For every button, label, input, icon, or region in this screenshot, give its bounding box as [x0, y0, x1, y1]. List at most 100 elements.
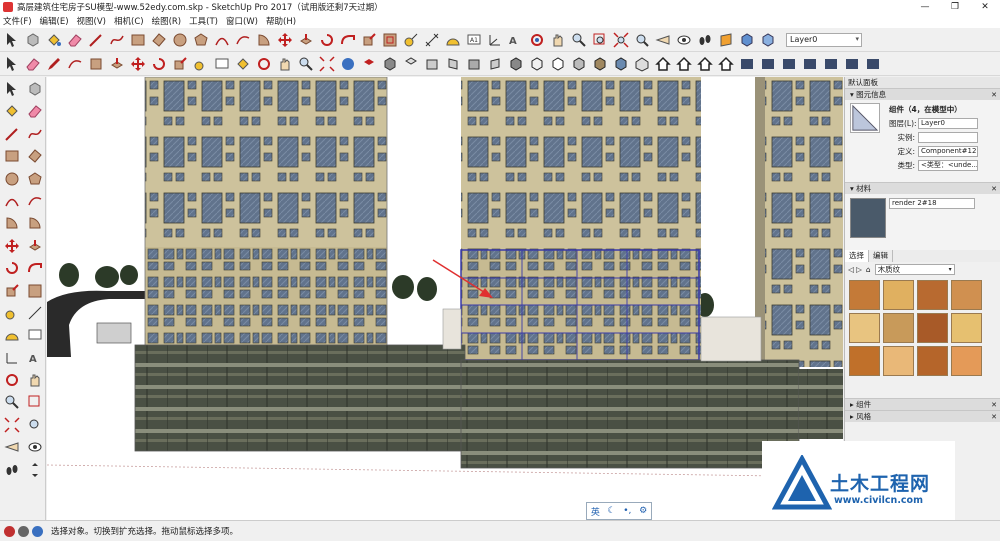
components-view-2-icon[interactable] [759, 31, 777, 49]
user-icon[interactable] [32, 525, 43, 537]
paint-left-icon[interactable] [3, 102, 21, 120]
shaded-texture-icon[interactable] [591, 55, 609, 73]
3d-text-icon[interactable]: A [507, 31, 525, 49]
move-left-icon[interactable] [3, 237, 21, 255]
text-tool-icon[interactable]: A1 [465, 31, 483, 49]
close-button[interactable]: ✕ [970, 0, 1000, 14]
rotate-icon[interactable] [318, 31, 336, 49]
material-swatch[interactable] [849, 313, 880, 343]
punctuation-icon[interactable]: •, [623, 506, 631, 516]
look-around-left-icon[interactable] [26, 438, 44, 456]
rotated-rectangle-icon[interactable] [150, 31, 168, 49]
walk-icon[interactable] [696, 31, 714, 49]
pan-left-icon[interactable] [26, 371, 44, 389]
style-2-icon[interactable] [759, 55, 777, 73]
material-swatch[interactable] [951, 280, 982, 310]
rectangle-icon[interactable] [129, 31, 147, 49]
layer-dropdown[interactable]: Layer0 ▾ [786, 32, 862, 47]
style-5-icon[interactable] [822, 55, 840, 73]
house-3-icon[interactable] [696, 55, 714, 73]
monochrome-icon[interactable] [612, 55, 630, 73]
select-tool-icon[interactable] [3, 31, 21, 49]
material-swatch[interactable] [917, 346, 948, 376]
menu-edit[interactable]: 编辑(E) [40, 15, 69, 27]
house-2-icon[interactable] [675, 55, 693, 73]
eraser-icon[interactable] [66, 31, 84, 49]
shapes-dropdown-icon[interactable] [87, 55, 105, 73]
instance-field[interactable] [918, 132, 978, 143]
push-pull-icon[interactable] [297, 31, 315, 49]
tape-left-icon[interactable] [3, 304, 21, 322]
polygon-left-icon[interactable] [26, 170, 44, 188]
pencil-icon[interactable] [45, 55, 63, 73]
previous-view-icon[interactable] [633, 31, 651, 49]
component-left-icon[interactable] [26, 80, 44, 98]
orbit-left-icon[interactable] [3, 371, 21, 389]
pan-2-icon[interactable] [276, 55, 294, 73]
axes-left-icon[interactable] [3, 349, 21, 367]
iso-view-icon[interactable] [381, 55, 399, 73]
menu-draw[interactable]: 绘图(R) [152, 15, 182, 27]
component-edit-icon[interactable] [633, 55, 651, 73]
freehand-left-icon[interactable] [26, 125, 44, 143]
model-viewport[interactable] [47, 77, 843, 520]
definition-field[interactable]: Component#12 [918, 146, 978, 157]
arc-2-icon[interactable] [234, 31, 252, 49]
left-view-icon[interactable] [486, 55, 504, 73]
section-plane-icon[interactable] [717, 31, 735, 49]
style-6-icon[interactable] [843, 55, 861, 73]
arc2-left-icon[interactable] [26, 192, 44, 210]
protractor-icon[interactable] [444, 31, 462, 49]
menu-window[interactable]: 窗口(W) [226, 15, 258, 27]
text-left-icon[interactable] [26, 326, 44, 344]
dimension-left-icon[interactable] [26, 304, 44, 322]
material-swatch[interactable] [883, 346, 914, 376]
zoom-extents-icon[interactable] [612, 31, 630, 49]
moon-icon[interactable]: ☾ [608, 506, 616, 516]
menu-help[interactable]: 帮助(H) [266, 15, 296, 27]
zoom-2-icon[interactable] [297, 55, 315, 73]
tab-select[interactable]: 选择 [845, 250, 869, 262]
arc-dropdown-icon[interactable] [66, 55, 84, 73]
style-4-icon[interactable] [801, 55, 819, 73]
material-swatch[interactable] [883, 313, 914, 343]
material-swatch[interactable] [917, 313, 948, 343]
menu-tools[interactable]: 工具(T) [189, 15, 218, 27]
protractor-left-icon[interactable] [3, 326, 21, 344]
material-name-field[interactable]: render 2#18 [889, 198, 975, 209]
rotate-2-icon[interactable] [150, 55, 168, 73]
paint-2-icon[interactable] [234, 55, 252, 73]
zoom-window-icon[interactable] [591, 31, 609, 49]
orbit-icon[interactable] [528, 31, 546, 49]
position-camera-icon[interactable] [654, 31, 672, 49]
minimize-button[interactable]: — [910, 0, 940, 14]
material-swatch[interactable] [951, 346, 982, 376]
material-swatch[interactable] [849, 280, 880, 310]
back-arrow-icon[interactable]: ◁ ▷ [848, 265, 862, 274]
zoom-extents-2-icon[interactable] [318, 55, 336, 73]
zoom-left-icon[interactable] [3, 393, 21, 411]
circle-left-icon[interactable] [3, 170, 21, 188]
prev-view-left-icon[interactable] [26, 416, 44, 434]
entity-info-header[interactable]: ▾ 图元信息 ✕ [845, 88, 1000, 100]
rectangle-left-icon[interactable] [3, 147, 21, 165]
materials-header[interactable]: ▾ 材料 ✕ [845, 182, 1000, 194]
scale-icon[interactable] [360, 31, 378, 49]
pie-left-icon[interactable] [3, 214, 21, 232]
house-4-icon[interactable] [717, 55, 735, 73]
move-icon[interactable] [276, 31, 294, 49]
material-swatch[interactable] [951, 313, 982, 343]
material-swatch[interactable] [917, 280, 948, 310]
make-component-icon[interactable] [24, 31, 42, 49]
walk-left-icon[interactable] [3, 461, 21, 479]
axes-icon[interactable] [486, 31, 504, 49]
zoom-extents-left-icon[interactable] [3, 416, 21, 434]
rotate-left-icon[interactable] [3, 259, 21, 277]
style-1-icon[interactable] [738, 55, 756, 73]
components-view-icon[interactable] [738, 31, 756, 49]
wireframe-icon[interactable] [528, 55, 546, 73]
menu-view[interactable]: 视图(V) [77, 15, 106, 27]
gear-icon[interactable]: ⚙ [639, 506, 647, 516]
hidden-line-icon[interactable] [549, 55, 567, 73]
dimension-icon[interactable] [423, 31, 441, 49]
